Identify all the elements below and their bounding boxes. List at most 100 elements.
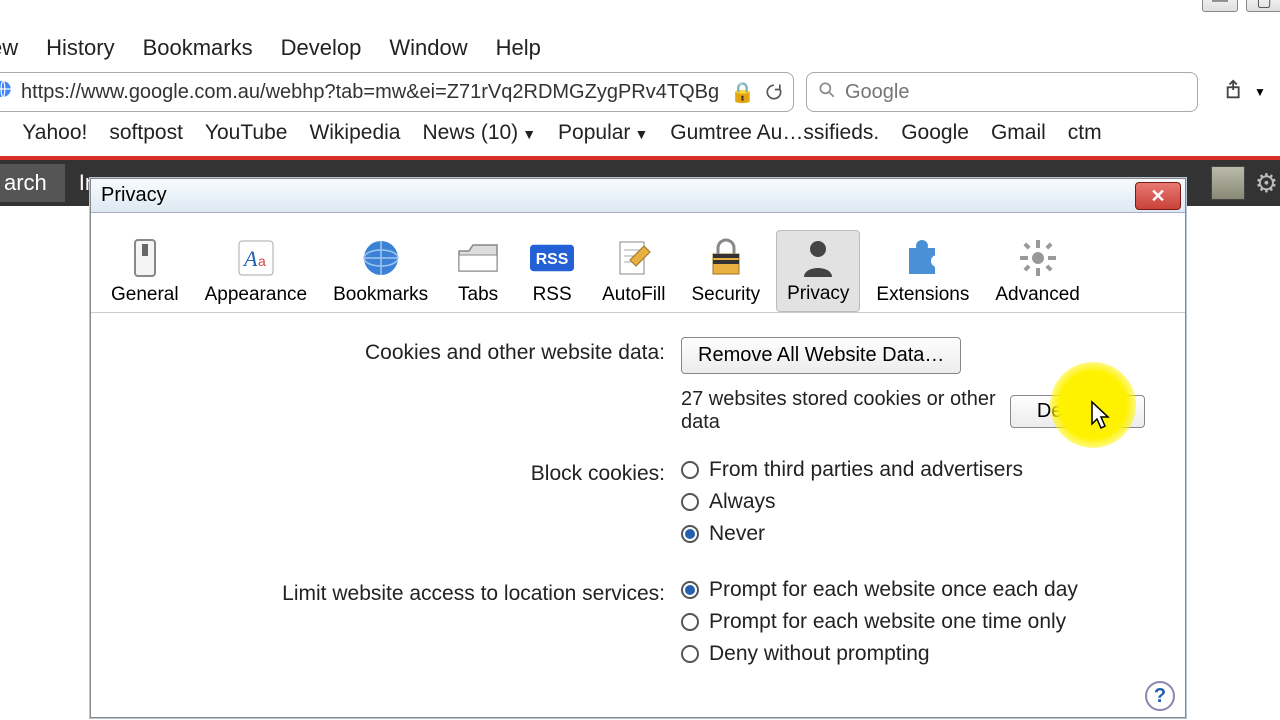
tab-bookmarks[interactable]: Bookmarks [323, 232, 438, 312]
bookmark-yahoo[interactable]: Yahoo! [22, 121, 87, 145]
bookmark-gumtree[interactable]: Gumtree Au…ssifieds. [670, 121, 879, 145]
block-cookies-label: Block cookies: [131, 458, 681, 486]
tab-label: Privacy [787, 283, 849, 305]
nav-search[interactable]: arch [0, 164, 65, 202]
search-bar[interactable] [806, 72, 1198, 112]
menu-bookmarks[interactable]: Bookmarks [143, 35, 253, 61]
maximize-button[interactable]: ▢ [1246, 0, 1280, 12]
radio-label: Deny without prompting [709, 642, 930, 666]
bookmark-softpost[interactable]: softpost [109, 121, 183, 145]
menu-item[interactable]: ew [0, 35, 18, 61]
tab-label: Security [691, 284, 760, 306]
privacy-dialog: Privacy ✕ General Aa Appearance Bookmark… [90, 178, 1186, 718]
radio-icon [681, 493, 699, 511]
minimize-button[interactable]: — [1202, 0, 1238, 12]
radio-label: Never [709, 522, 765, 546]
bookmark-gmail[interactable]: Gmail [991, 121, 1046, 145]
svg-text:A: A [242, 246, 258, 271]
search-icon [817, 80, 837, 105]
url-input[interactable] [21, 81, 722, 104]
radio-label: From third parties and advertisers [709, 458, 1023, 482]
tab-label: Bookmarks [333, 284, 428, 306]
bookmark-news-folder[interactable]: News (10)▼ [422, 121, 536, 145]
tab-privacy[interactable]: Privacy [776, 230, 860, 312]
cookies-info-text: 27 websites stored cookies or other data [681, 388, 998, 434]
rss-icon: RSS [530, 236, 574, 280]
bookmark-ctm[interactable]: ctm [1068, 121, 1102, 145]
tab-label: Appearance [205, 284, 307, 306]
radio-label: Prompt for each website once each day [709, 578, 1078, 602]
address-bar[interactable]: 🔒 [0, 72, 794, 112]
radio-location-deny[interactable]: Deny without prompting [681, 642, 1145, 666]
menu-history[interactable]: History [46, 35, 114, 61]
toggle-icon [123, 236, 167, 280]
radio-location-daily[interactable]: Prompt for each website once each day [681, 578, 1145, 602]
dialog-title: Privacy [91, 179, 1185, 213]
preferences-toolbar: General Aa Appearance Bookmarks Tabs RSS… [91, 213, 1185, 313]
tab-general[interactable]: General [101, 232, 189, 312]
tab-label: Advanced [995, 284, 1080, 306]
bookmark-youtube[interactable]: YouTube [205, 121, 288, 145]
details-button[interactable]: Details… [1010, 395, 1145, 428]
tab-security[interactable]: Security [681, 232, 770, 312]
svg-text:a: a [258, 253, 266, 269]
address-row: 🔒 ▼ [0, 70, 1280, 114]
tab-label: General [111, 284, 179, 306]
bookmark-google[interactable]: Google [901, 121, 969, 145]
help-button[interactable]: ? [1145, 681, 1175, 711]
menu-develop[interactable]: Develop [281, 35, 362, 61]
avatar[interactable] [1211, 166, 1245, 200]
radio-label: Always [709, 490, 776, 514]
tab-rss[interactable]: RSS RSS [518, 232, 586, 312]
pencil-form-icon [612, 236, 656, 280]
tab-label: Extensions [876, 284, 969, 306]
radio-icon [681, 581, 699, 599]
radio-icon [681, 461, 699, 479]
gear-icon [1016, 236, 1060, 280]
chevron-down-icon: ▼ [634, 126, 648, 142]
search-input[interactable] [845, 81, 1187, 104]
lock-icon: 🔒 [730, 80, 755, 105]
tab-label: Tabs [458, 284, 498, 306]
remove-all-button[interactable]: Remove All Website Data… [681, 337, 961, 374]
tabs-icon [456, 236, 500, 280]
puzzle-icon [901, 236, 945, 280]
tab-label: RSS [533, 284, 572, 306]
window-controls: — ▢ [1202, 0, 1280, 20]
bookmarks-bar: le Yahoo! softpost YouTube Wikipedia New… [0, 115, 1280, 151]
close-button[interactable]: ✕ [1135, 182, 1181, 210]
location-label: Limit website access to location service… [131, 578, 681, 606]
tab-autofill[interactable]: AutoFill [592, 232, 675, 312]
bookmark-popular-folder[interactable]: Popular▼ [558, 121, 648, 145]
radio-block-thirdparty[interactable]: From third parties and advertisers [681, 458, 1145, 482]
tab-extensions[interactable]: Extensions [866, 232, 979, 312]
chevron-down-icon: ▼ [522, 126, 536, 142]
radio-label: Prompt for each website one time only [709, 610, 1066, 634]
dialog-content: Cookies and other website data: Remove A… [91, 313, 1185, 674]
radio-icon [681, 645, 699, 663]
radio-icon [681, 613, 699, 631]
menu-help[interactable]: Help [496, 35, 541, 61]
menu-window[interactable]: Window [389, 35, 467, 61]
radio-icon [681, 525, 699, 543]
radio-location-once[interactable]: Prompt for each website one time only [681, 610, 1145, 634]
bookmark-wikipedia[interactable]: Wikipedia [309, 121, 400, 145]
tab-label: AutoFill [602, 284, 665, 306]
svg-text:RSS: RSS [536, 251, 569, 268]
radio-block-always[interactable]: Always [681, 490, 1145, 514]
cookies-label: Cookies and other website data: [131, 337, 681, 365]
globe-icon [359, 236, 403, 280]
person-icon [796, 235, 840, 279]
tab-advanced[interactable]: Advanced [985, 232, 1090, 312]
tab-tabs[interactable]: Tabs [444, 232, 512, 312]
font-icon: Aa [234, 236, 278, 280]
menubar: ew History Bookmarks Develop Window Help [0, 30, 1280, 66]
share-icon[interactable] [1224, 79, 1246, 106]
gear-icon[interactable]: ⚙ [1255, 168, 1278, 199]
chevron-down-icon[interactable]: ▼ [1254, 85, 1266, 99]
lock-icon [704, 236, 748, 280]
tab-appearance[interactable]: Aa Appearance [195, 232, 317, 312]
radio-block-never[interactable]: Never [681, 522, 1145, 546]
site-icon [0, 79, 13, 105]
reload-button[interactable] [763, 81, 785, 103]
